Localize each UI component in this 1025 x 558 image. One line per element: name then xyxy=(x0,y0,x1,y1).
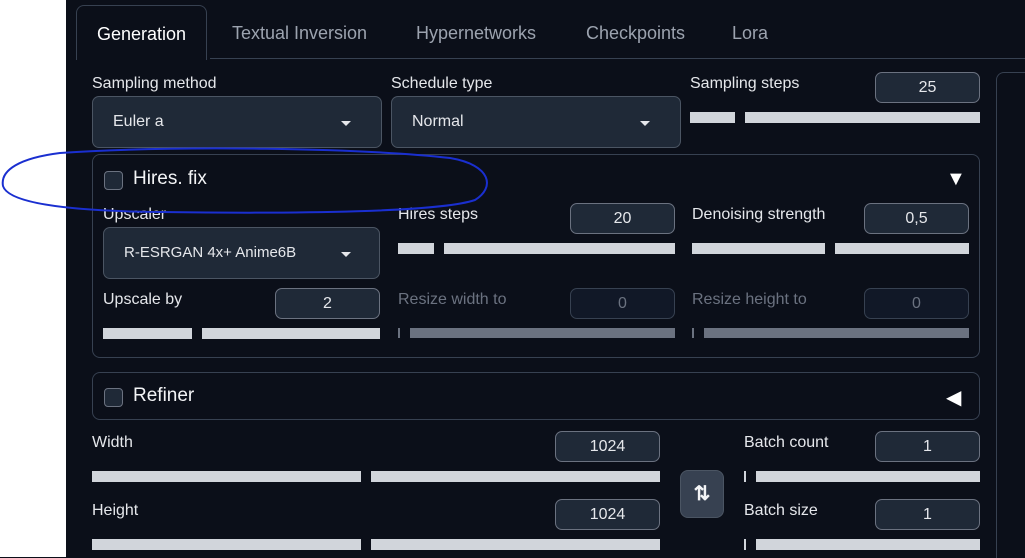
sampling-method-dropdown[interactable]: Euler a xyxy=(92,96,382,148)
refiner-panel xyxy=(92,372,980,420)
sampling-steps-input[interactable]: 25 xyxy=(875,72,980,103)
batch-count-label: Batch count xyxy=(744,434,829,451)
right-panel-edge xyxy=(996,72,1025,558)
hires-steps-input[interactable]: 20 xyxy=(570,203,675,234)
schedule-type-label: Schedule type xyxy=(391,75,493,92)
resize-height-label: Resize height to xyxy=(692,291,807,308)
left-margin xyxy=(0,0,66,557)
tab-textual-inversion[interactable]: Textual Inversion xyxy=(232,8,367,58)
collapse-arrow-icon[interactable]: ▼ xyxy=(946,168,966,191)
denoising-strength-input[interactable]: 0,5 xyxy=(864,203,969,234)
denoising-strength-label: Denoising strength xyxy=(692,206,826,223)
hires-steps-label: Hires steps xyxy=(398,206,479,223)
upscale-by-input[interactable]: 2 xyxy=(275,288,380,319)
width-slider[interactable] xyxy=(92,471,660,482)
swap-dimensions-button[interactable]: ⇅ xyxy=(680,470,724,518)
upscale-by-label: Upscale by xyxy=(103,291,183,308)
swap-arrows-icon: ⇅ xyxy=(693,483,711,505)
expand-arrow-icon[interactable]: ◀ xyxy=(946,385,961,410)
chevron-down-icon xyxy=(341,121,351,126)
chevron-down-icon xyxy=(341,252,351,257)
resize-height-slider[interactable] xyxy=(692,328,969,338)
chevron-down-icon xyxy=(640,121,650,126)
hires-steps-slider-thumb[interactable] xyxy=(434,243,444,254)
resize-width-slider-thumb[interactable] xyxy=(400,328,410,338)
resize-width-label: Resize width to xyxy=(398,291,507,308)
tab-lora[interactable]: Lora xyxy=(732,8,768,58)
width-slider-thumb[interactable] xyxy=(361,471,371,482)
upscaler-label: Upscaler xyxy=(103,206,167,223)
batch-size-label: Batch size xyxy=(744,502,818,519)
refiner-title: Refiner xyxy=(133,385,195,406)
denoising-strength-slider-thumb[interactable] xyxy=(825,243,835,254)
batch-count-slider-thumb[interactable] xyxy=(746,471,756,482)
sampling-method-value: Euler a xyxy=(113,113,164,130)
resize-width-input[interactable]: 0 xyxy=(570,288,675,319)
height-slider[interactable] xyxy=(92,539,660,550)
batch-size-slider-thumb[interactable] xyxy=(746,539,756,550)
tab-divider xyxy=(210,58,1025,59)
upscale-by-slider-thumb[interactable] xyxy=(192,328,202,339)
sampling-steps-slider[interactable] xyxy=(690,112,980,123)
height-label: Height xyxy=(92,502,139,519)
sampling-steps-label: Sampling steps xyxy=(690,75,800,92)
upscale-by-slider[interactable] xyxy=(103,328,380,339)
hires-fix-checkbox[interactable] xyxy=(104,171,123,190)
tab-generation[interactable]: Generation xyxy=(76,5,208,60)
tab-hypernetworks[interactable]: Hypernetworks xyxy=(416,8,536,58)
schedule-type-value: Normal xyxy=(412,113,464,130)
schedule-type-dropdown[interactable]: Normal xyxy=(391,96,681,148)
batch-size-input[interactable]: 1 xyxy=(875,499,980,530)
batch-size-slider[interactable] xyxy=(744,539,980,550)
upscaler-dropdown[interactable]: R-ESRGAN 4x+ Anime6B xyxy=(103,227,380,279)
upscaler-value: R-ESRGAN 4x+ Anime6B xyxy=(124,244,297,261)
height-slider-thumb[interactable] xyxy=(361,539,371,550)
resize-height-input[interactable]: 0 xyxy=(864,288,969,319)
height-input[interactable]: 1024 xyxy=(555,499,660,530)
resize-height-slider-thumb[interactable] xyxy=(694,328,704,338)
width-input[interactable]: 1024 xyxy=(555,431,660,462)
refiner-checkbox[interactable] xyxy=(104,388,123,407)
sampling-method-label: Sampling method xyxy=(92,75,217,92)
tab-checkpoints[interactable]: Checkpoints xyxy=(586,8,685,58)
sampling-steps-slider-thumb[interactable] xyxy=(735,112,745,123)
resize-width-slider[interactable] xyxy=(398,328,675,338)
batch-count-slider[interactable] xyxy=(744,471,980,482)
hires-fix-title: Hires. fix xyxy=(133,168,207,189)
batch-count-input[interactable]: 1 xyxy=(875,431,980,462)
width-label: Width xyxy=(92,434,133,451)
